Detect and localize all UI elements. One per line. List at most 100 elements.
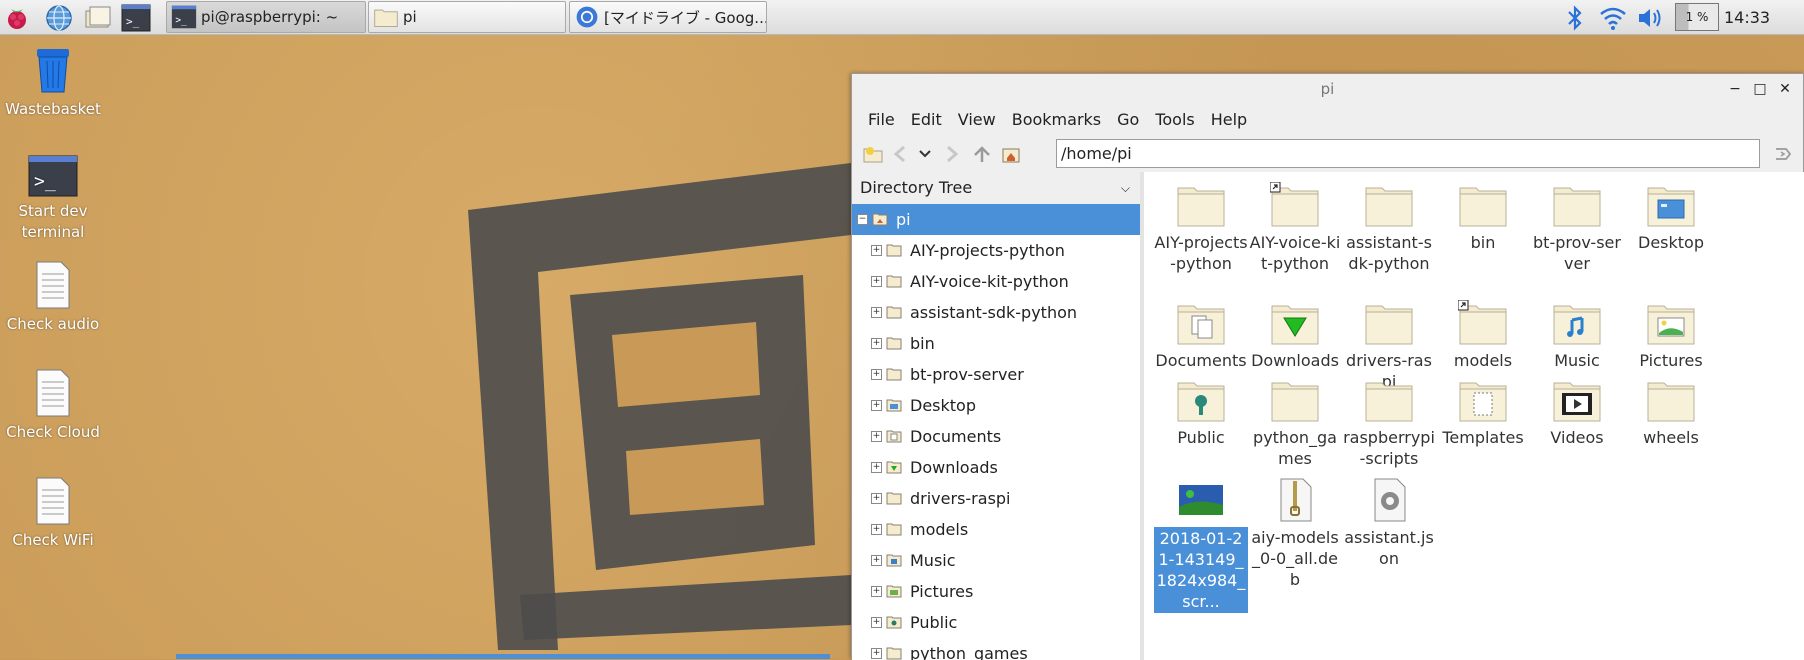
tree-item[interactable]: + Public [852, 607, 1140, 638]
menu-bookmarks[interactable]: Bookmarks [1004, 110, 1109, 129]
back-arrow-icon[interactable] [890, 143, 912, 165]
folder-item[interactable]: bin [1436, 182, 1530, 253]
menu-edit[interactable]: Edit [903, 110, 950, 129]
menu-help[interactable]: Help [1203, 110, 1255, 129]
tree-item[interactable]: + Pictures [852, 576, 1140, 607]
menu-go[interactable]: Go [1109, 110, 1147, 129]
folder-item[interactable]: python_games [1248, 377, 1342, 469]
wifi-icon[interactable] [1598, 4, 1628, 32]
folder-folder-icon [886, 647, 902, 660]
tree-item[interactable]: + AIY-projects-python [852, 235, 1140, 266]
expand-toggle-icon[interactable]: + [871, 648, 882, 659]
folder-item[interactable]: Templates [1436, 377, 1530, 448]
folder-item[interactable]: models [1436, 300, 1530, 371]
window-titlebar[interactable]: pi − □ ✕ [852, 74, 1803, 104]
terminal-launcher-icon[interactable]: >_ [121, 3, 151, 33]
folder-item[interactable]: wheels [1624, 377, 1718, 448]
desktop-icon-start-dev-terminal[interactable]: >_ Start dev terminal [1, 155, 105, 243]
forward-arrow-icon[interactable] [940, 143, 962, 165]
tree-item[interactable]: + bin [852, 328, 1140, 359]
minimize-button[interactable]: − [1727, 81, 1743, 97]
folder-icon [374, 9, 398, 27]
folder-item[interactable]: raspberrypi-scripts [1342, 377, 1436, 469]
cpu-usage-monitor[interactable]: 1 % [1675, 3, 1719, 31]
expand-toggle-icon[interactable]: + [871, 555, 882, 566]
clock[interactable]: 14:33 [1724, 8, 1770, 27]
tree-item[interactable]: + AIY-voice-kit-python [852, 266, 1140, 297]
task-file-manager[interactable]: pi [368, 1, 566, 33]
task-chromium[interactable]: [マイドライブ - Goog... [569, 1, 767, 33]
expand-toggle-icon[interactable]: + [871, 617, 882, 628]
window-title: pi [1320, 80, 1335, 98]
tree-item[interactable]: + drivers-raspi [852, 483, 1140, 514]
expand-toggle-icon[interactable]: + [871, 369, 882, 380]
collapse-toggle-icon[interactable]: − [857, 214, 868, 225]
file-item[interactable]: aiy-models_0-0_all.deb [1248, 477, 1342, 590]
expand-toggle-icon[interactable]: + [871, 493, 882, 504]
folder-item[interactable]: AIY-projects-python [1154, 182, 1248, 274]
task-terminal[interactable]: >_ pi@raspberrypi: ~ [166, 1, 366, 33]
tree-item-label: python_games [910, 644, 1028, 660]
expand-toggle-icon[interactable]: + [871, 276, 882, 287]
folder-item[interactable]: Documents [1154, 300, 1248, 371]
expand-toggle-icon[interactable]: + [871, 338, 882, 349]
bluetooth-icon[interactable] [1564, 4, 1586, 32]
sidebar-mode-selector[interactable]: Directory Tree ⌵ [852, 172, 1140, 204]
expand-toggle-icon[interactable]: + [871, 431, 882, 442]
go-arrow-icon[interactable] [1772, 143, 1794, 165]
new-tab-icon[interactable] [862, 143, 884, 165]
close-button[interactable]: ✕ [1777, 81, 1793, 97]
folder-item[interactable]: Desktop [1624, 182, 1718, 253]
history-chevron-down-icon[interactable] [914, 143, 936, 165]
desktop-icon-check-wifi[interactable]: Check WiFi [1, 476, 105, 551]
tree-item[interactable]: + Downloads [852, 452, 1140, 483]
folder-item[interactable]: AIY-voice-kit-python [1248, 182, 1342, 274]
expand-toggle-icon[interactable]: + [871, 245, 882, 256]
menu-file[interactable]: File [860, 110, 903, 129]
folder-templates-icon [1459, 382, 1507, 422]
desktop-icon-check-audio[interactable]: Check audio [1, 260, 105, 335]
file-item[interactable]: assistant.json [1342, 477, 1436, 569]
raspberry-menu-icon[interactable] [2, 3, 32, 33]
item-label: assistant.json [1344, 528, 1434, 568]
folder-item[interactable]: bt-prov-server [1530, 182, 1624, 274]
folder-music-icon [1553, 305, 1601, 345]
folder-item[interactable]: Music [1530, 300, 1624, 371]
menu-tools[interactable]: Tools [1147, 110, 1202, 129]
pictures-folder-icon [886, 585, 902, 598]
tree-item[interactable]: + bt-prov-server [852, 359, 1140, 390]
tree-item[interactable]: + Documents [852, 421, 1140, 452]
folder-icon [1365, 382, 1413, 422]
folder-item[interactable]: Videos [1530, 377, 1624, 448]
expand-toggle-icon[interactable]: + [871, 400, 882, 411]
expand-toggle-icon[interactable]: + [871, 524, 882, 535]
expand-toggle-icon[interactable]: + [871, 462, 882, 473]
tree-item[interactable]: + assistant-sdk-python [852, 297, 1140, 328]
web-browser-icon[interactable] [44, 3, 74, 33]
tree-item[interactable]: + Desktop [852, 390, 1140, 421]
folder-item[interactable]: Downloads [1248, 300, 1342, 371]
file-item[interactable]: 2018-01-21-143149_1824x984_scr... [1154, 477, 1248, 613]
item-label: Documents [1155, 351, 1247, 370]
up-arrow-icon[interactable] [971, 143, 993, 165]
path-input[interactable]: /home/pi [1056, 139, 1760, 168]
tree-item[interactable]: + Music [852, 545, 1140, 576]
folder-item[interactable]: assistant-sdk-python [1342, 182, 1436, 274]
tree-item[interactable]: + python_games [852, 638, 1140, 660]
folder-item[interactable]: Pictures [1624, 300, 1718, 371]
folder-item[interactable]: Public [1154, 377, 1248, 448]
menu-view[interactable]: View [950, 110, 1004, 129]
expand-toggle-icon[interactable]: + [871, 307, 882, 318]
menu-bar: File Edit View Bookmarks Go Tools Help [852, 104, 1803, 134]
expand-toggle-icon[interactable]: + [871, 586, 882, 597]
tree-item-selected[interactable]: − pi [852, 204, 1140, 235]
home-icon[interactable] [1000, 143, 1022, 165]
folder-desktop-icon [1647, 187, 1695, 227]
maximize-button[interactable]: □ [1752, 81, 1768, 97]
desktop-icon-check-cloud[interactable]: Check Cloud [1, 368, 105, 443]
folder-public-icon [1177, 382, 1225, 422]
desktop-icon-wastebasket[interactable]: Wastebasket [1, 45, 105, 120]
tree-item[interactable]: + models [852, 514, 1140, 545]
file-manager-icon[interactable] [83, 3, 113, 33]
volume-icon[interactable] [1636, 4, 1666, 32]
